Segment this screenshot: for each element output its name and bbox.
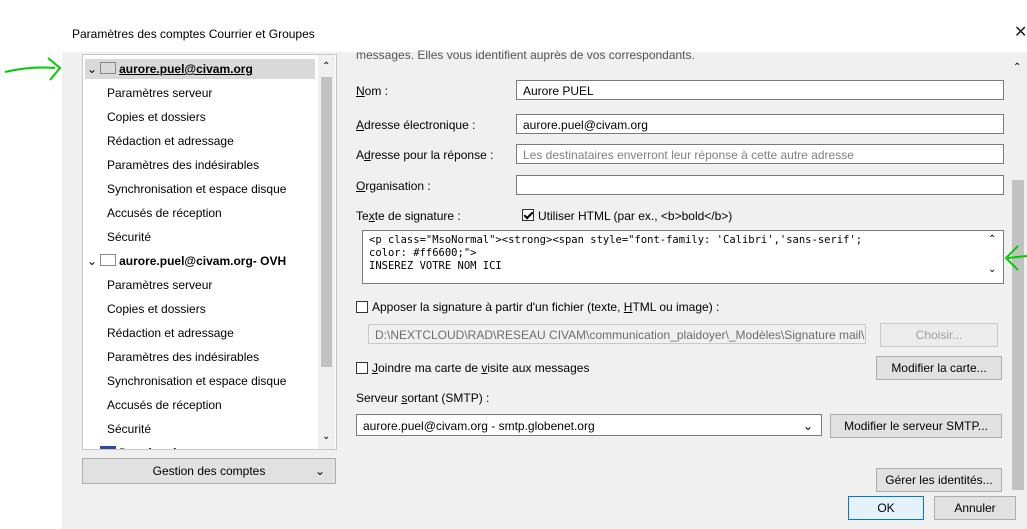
- tree-item[interactable]: Paramètres des indésirables: [107, 347, 259, 367]
- scroll-down-icon[interactable]: ⌄: [322, 431, 330, 442]
- chevron-down-icon[interactable]: ⌄: [87, 446, 97, 449]
- tree-account-name: aurore.puel@civam.org- OVH: [119, 254, 287, 268]
- panel-scroll-thumb[interactable]: [1012, 180, 1024, 490]
- org-label: Organisation :: [356, 179, 431, 193]
- tree-item[interactable]: Copies et dossiers: [107, 107, 206, 127]
- smtp-label: Serveur sortant (SMTP) :: [356, 391, 490, 405]
- tree-scroll-thumb[interactable]: [321, 77, 332, 367]
- annotation-arrow-right: [1004, 245, 1027, 271]
- tree-item[interactable]: Paramètres serveur: [107, 275, 212, 295]
- folder-icon: [100, 446, 117, 449]
- reply-input[interactable]: Les destinataires enverront leur réponse…: [516, 144, 1004, 164]
- tree-item[interactable]: Synchronisation et espace disque: [107, 179, 286, 199]
- tree-item[interactable]: Paramètres des indésirables: [107, 155, 259, 175]
- tree-account[interactable]: ⌄ aurore.puel@civam.org- OVH: [85, 251, 315, 271]
- window-title: Paramètres des comptes Courrier et Group…: [72, 27, 315, 41]
- signature-scroll-up-icon[interactable]: ⌃: [988, 234, 996, 245]
- mail-icon: [100, 254, 117, 266]
- org-input[interactable]: [516, 175, 1004, 195]
- vcard-label[interactable]: Joindre ma carte de visite aux messages: [372, 361, 589, 375]
- intro-text: messages. Elles vous identifient auprès …: [356, 48, 695, 62]
- ok-button[interactable]: OK: [848, 496, 924, 520]
- annotation-arrow-left: [4, 57, 62, 81]
- tree-account[interactable]: ⌄ aurore.puel@civam.org: [85, 59, 315, 79]
- signature-textarea[interactable]: <p class="MsoNormal"><strong><span style…: [362, 230, 1004, 284]
- nom-input[interactable]: Aurore PUEL: [516, 80, 1004, 100]
- use-html-checkbox[interactable]: [522, 209, 534, 221]
- chevron-down-icon: ⌄: [802, 419, 813, 433]
- tree-item[interactable]: Copies et dossiers: [107, 299, 206, 319]
- close-icon[interactable]: ✕: [1014, 22, 1027, 42]
- modify-card-button[interactable]: Modifier la carte...: [876, 356, 1002, 380]
- tree-item[interactable]: Paramètres serveur: [107, 83, 212, 103]
- manage-identities-button[interactable]: Gérer les identités...: [876, 468, 1002, 492]
- tree-item[interactable]: Accusés de réception: [107, 203, 222, 223]
- signature-file-path: D:\NEXTCLOUD\RAD\RESEAU CIVAM\communicat…: [368, 324, 866, 344]
- settings-panel: messages. Elles vous identifient auprès …: [346, 48, 1027, 529]
- chevron-down-icon[interactable]: ⌄: [87, 62, 97, 76]
- account-settings-dialog: Paramètres des comptes Courrier et Group…: [62, 12, 1027, 529]
- use-html-label[interactable]: Utiliser HTML (par ex., <b>bold</b>): [538, 209, 732, 223]
- email-input[interactable]: aurore.puel@civam.org: [516, 114, 1004, 134]
- tree-item[interactable]: Rédaction et adressage: [107, 323, 234, 343]
- nom-label: Nom :: [356, 84, 389, 98]
- tree-scrollbar[interactable]: ⌃ ⌄: [318, 55, 335, 449]
- chevron-down-icon[interactable]: ⌄: [87, 254, 97, 268]
- vcard-checkbox[interactable]: [356, 362, 368, 374]
- tree-account-name: aurore.puel@civam.org: [119, 62, 253, 76]
- chevron-down-icon: ⌄: [314, 464, 325, 478]
- tree-item[interactable]: Sécurité: [107, 227, 151, 247]
- manage-accounts-label: Gestion des comptes: [152, 464, 266, 478]
- manage-accounts-button[interactable]: Gestion des comptes ⌄: [82, 458, 336, 484]
- scroll-up-icon[interactable]: ⌃: [1013, 62, 1021, 73]
- smtp-value: aurore.puel@civam.org - smtp.globenet.or…: [363, 419, 595, 433]
- tree-account-name: Dossiers locaux: [119, 446, 211, 449]
- tree-account[interactable]: ⌄ Dossiers locaux: [85, 443, 315, 449]
- cancel-button[interactable]: Annuler: [934, 496, 1016, 520]
- choose-file-button[interactable]: Choisir...: [880, 323, 998, 347]
- tree-item[interactable]: Synchronisation et espace disque: [107, 371, 286, 391]
- signature-file-checkbox[interactable]: [356, 301, 368, 313]
- signature-label: Texte de signature :: [356, 209, 461, 223]
- signature-file-label[interactable]: Apposer la signature à partir d'un fichi…: [372, 300, 719, 314]
- mail-icon: [100, 62, 117, 74]
- title-bar: Paramètres des comptes Courrier et Group…: [62, 12, 1027, 52]
- account-tree: ⌄ aurore.puel@civam.org Paramètres serveur…: [82, 54, 337, 450]
- reply-label: Adresse pour la réponse :: [356, 148, 494, 162]
- scroll-up-icon[interactable]: ⌃: [322, 61, 330, 72]
- smtp-select[interactable]: aurore.puel@civam.org - smtp.globenet.or…: [356, 414, 822, 436]
- tree-item[interactable]: Accusés de réception: [107, 395, 222, 415]
- modify-smtp-button[interactable]: Modifier le serveur SMTP...: [830, 414, 1002, 438]
- tree-item[interactable]: Rédaction et adressage: [107, 131, 234, 151]
- tree-item[interactable]: Sécurité: [107, 419, 151, 439]
- signature-scroll-down-icon[interactable]: ⌄: [988, 264, 996, 275]
- email-label: Adresse électronique :: [356, 118, 476, 132]
